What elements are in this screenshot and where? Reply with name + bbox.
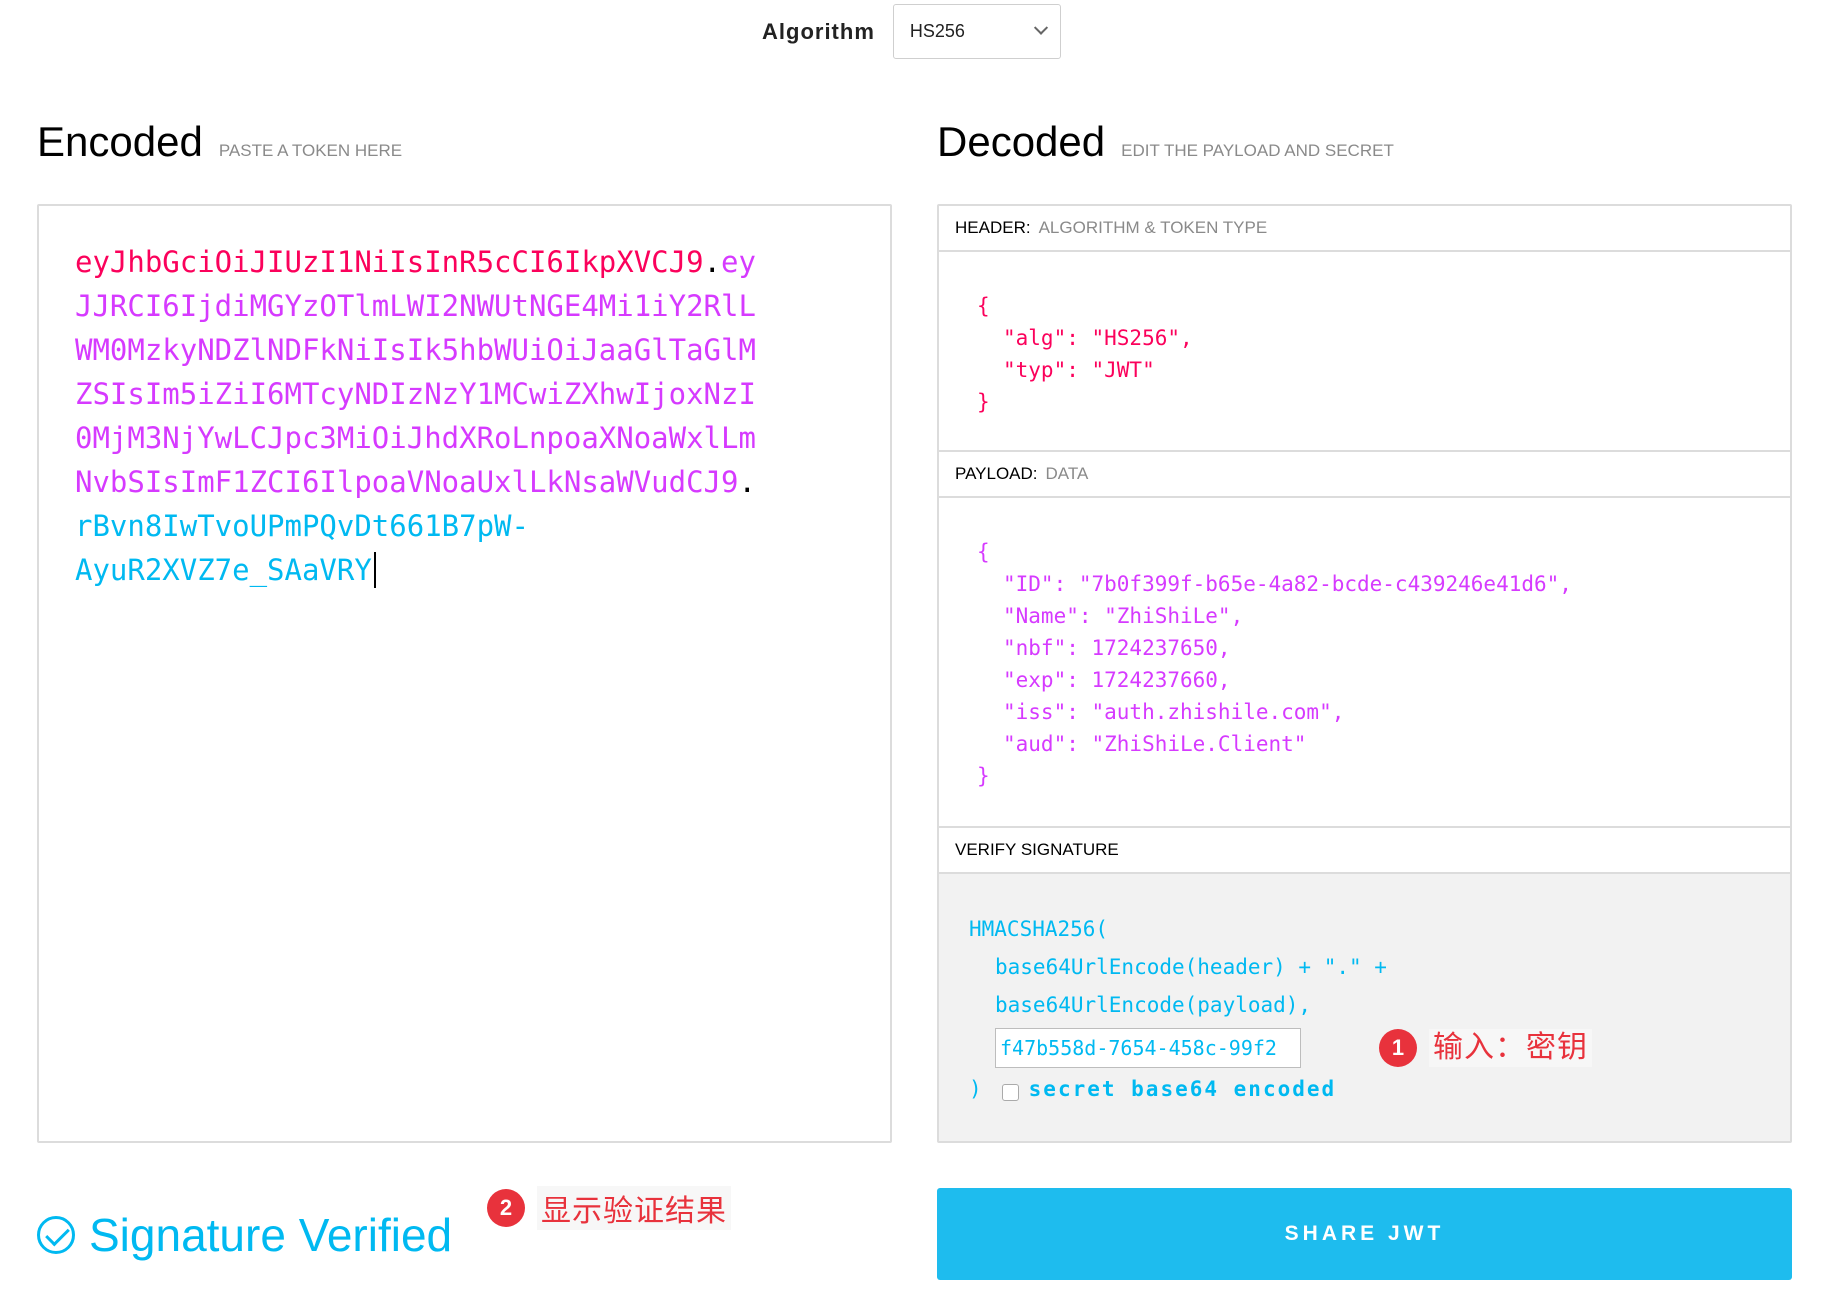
header-line: "alg": "HS256", xyxy=(1003,326,1193,350)
encoded-token-line: eyJhbGciOiJIUzI1NiIsInR5cCI6IkpXVCJ9.ey xyxy=(75,240,854,284)
payload-line: "ID": "7b0f399f-b65e-4a82-bcde-c439246e4… xyxy=(1003,572,1572,596)
token-segment-purple: 0MjM3NjYwLCJpc3MiOiJhdXRoLnpoaXNoaWxlLm xyxy=(75,421,756,455)
header-panel-sub: ALGORITHM & TOKEN TYPE xyxy=(1038,218,1268,237)
signature-status: Signature Verified xyxy=(37,1208,452,1262)
annotation-1-text: 输入：密钥 xyxy=(1429,1029,1592,1067)
decoded-title: Decoded xyxy=(937,118,1106,165)
chevron-down-icon xyxy=(1033,20,1048,35)
algorithm-select[interactable]: HS256 xyxy=(892,4,1061,59)
payload-line: "nbf": 1724237650, xyxy=(1003,636,1231,660)
annotation-2: 2 显示验证结果 xyxy=(487,1186,731,1230)
encoded-token-line: JJRCI6IjdiMGYzOTlmLWI2NWUtNGE4Mi1iY2RlL xyxy=(75,284,854,328)
annotation-2-badge: 2 xyxy=(487,1189,525,1227)
check-circle-icon xyxy=(37,1216,75,1254)
token-segment-purple: WM0MzkyNDZlNDFkNiIsIk5hbWUiOiJaaGlTaGlM xyxy=(75,333,756,367)
token-segment-blue: rBvn8IwTvoUPmPQvDt661B7pW- xyxy=(75,509,529,543)
token-segment-blue: AyuR2XVZ7e_SAaVRY xyxy=(75,553,372,587)
signature-verified-text: Signature Verified xyxy=(89,1209,453,1261)
payload-panel-title: PAYLOAD: DATA xyxy=(939,452,1790,498)
token-segment-black: . xyxy=(703,245,722,279)
verify-signature-body: HMACSHA256( base64UrlEncode(header) + ".… xyxy=(939,874,1790,1141)
payload-line: "exp": 1724237660, xyxy=(1003,668,1231,692)
decoded-hint: EDIT THE PAYLOAD AND SECRET xyxy=(1121,141,1394,160)
decoded-title-row: Decoded EDIT THE PAYLOAD AND SECRET xyxy=(937,118,1394,166)
encoded-token-line: ZSIsIm5iZiI6MTcyNDIzNzY1MCwiZXhwIjoxNzI xyxy=(75,372,854,416)
secret-base64-checkbox[interactable] xyxy=(1001,1083,1019,1101)
encoded-token-line: AyuR2XVZ7e_SAaVRY xyxy=(75,548,854,592)
algorithm-label: Algorithm xyxy=(762,18,875,44)
secret-input[interactable]: f47b558d-7654-458c-99f2 xyxy=(995,1028,1301,1068)
header-panel-label: HEADER: xyxy=(955,218,1031,237)
header-line: "typ": "JWT" xyxy=(1003,358,1155,382)
encoded-token-textarea[interactable]: eyJhbGciOiJIUzI1NiIsInR5cCI6IkpXVCJ9.ey J… xyxy=(37,204,892,1143)
payload-line: "iss": "auth.zhishile.com", xyxy=(1003,700,1345,724)
encoded-token-line: NvbSIsImF1ZCI6IlpoaVNoaUxlLkNsaWVudCJ9. xyxy=(75,460,854,504)
token-segment-purple: JJRCI6IjdiMGYzOTlmLWI2NWUtNGE4Mi1iY2RlL xyxy=(75,289,756,323)
header-json-editor[interactable]: { "alg": "HS256", "typ": "JWT" } xyxy=(939,252,1790,452)
header-close-brace: } xyxy=(977,390,990,414)
algorithm-row: Algorithm HS256 xyxy=(762,4,1061,59)
hmac-close-row: ) secret base64 encoded xyxy=(969,1070,1790,1108)
annotation-2-text: 显示验证结果 xyxy=(537,1186,731,1230)
payload-panel-label: PAYLOAD: xyxy=(955,464,1038,483)
payload-open-brace: { xyxy=(977,540,990,564)
secret-row: f47b558d-7654-458c-99f2 1 输入：密钥 xyxy=(969,1028,1790,1068)
annotation-1-badge: 1 xyxy=(1379,1029,1417,1067)
encoded-title: Encoded xyxy=(37,118,203,165)
text-caret xyxy=(373,552,376,588)
payload-panel-sub: DATA xyxy=(1045,464,1089,483)
encoded-hint: PASTE A TOKEN HERE xyxy=(218,141,403,160)
hmac-line-payload: base64UrlEncode(payload), xyxy=(995,993,1312,1017)
verify-panel-title: VERIFY SIGNATURE xyxy=(939,828,1790,874)
token-segment-purple: ZSIsIm5iZiI6MTcyNDIzNzY1MCwiZXhwIjoxNzI xyxy=(75,377,756,411)
verify-panel-label: VERIFY SIGNATURE xyxy=(955,840,1119,859)
token-segment-black: . xyxy=(738,465,756,499)
encoded-token-line: 0MjM3NjYwLCJpc3MiOiJhdXRoLnpoaXNoaWxlLm xyxy=(75,416,854,460)
annotation-1: 1 输入：密钥 xyxy=(1379,1029,1592,1067)
payload-line: "aud": "ZhiShiLe.Client" xyxy=(1003,732,1307,756)
header-panel-title: HEADER: ALGORITHM & TOKEN TYPE xyxy=(939,206,1790,252)
hmac-line-header: base64UrlEncode(header) + "." + xyxy=(995,955,1387,979)
algorithm-selected-value: HS256 xyxy=(909,21,965,41)
hmac-function-close: ) xyxy=(969,1077,982,1101)
encoded-token-line: WM0MzkyNDZlNDFkNiIsIk5hbWUiOiJaaGlTaGlM xyxy=(75,328,854,372)
encoded-token-line: rBvn8IwTvoUPmPQvDt661B7pW- xyxy=(75,504,854,548)
header-open-brace: { xyxy=(977,294,990,318)
payload-close-brace: } xyxy=(977,764,990,788)
encoded-title-row: Encoded PASTE A TOKEN HERE xyxy=(37,118,402,166)
token-segment-purple: ey xyxy=(721,245,756,279)
hmac-function-open: HMACSHA256( xyxy=(969,917,1109,941)
token-segment-red: eyJhbGciOiJIUzI1NiIsInR5cCI6IkpXVCJ9 xyxy=(75,245,704,279)
share-jwt-button[interactable]: SHARE JWT xyxy=(937,1188,1792,1280)
jwt-debugger-page: Algorithm HS256 Encoded PASTE A TOKEN HE… xyxy=(0,0,1830,1296)
decoded-panel: HEADER: ALGORITHM & TOKEN TYPE { "alg": … xyxy=(937,204,1792,1143)
payload-line: "Name": "ZhiShiLe", xyxy=(1003,604,1244,628)
payload-json-editor[interactable]: { "ID": "7b0f399f-b65e-4a82-bcde-c439246… xyxy=(939,498,1790,828)
token-segment-purple: NvbSIsImF1ZCI6IlpoaVNoaUxlLkNsaWVudCJ9 xyxy=(75,465,739,499)
secret-base64-label[interactable]: secret base64 encoded xyxy=(1029,1070,1337,1108)
